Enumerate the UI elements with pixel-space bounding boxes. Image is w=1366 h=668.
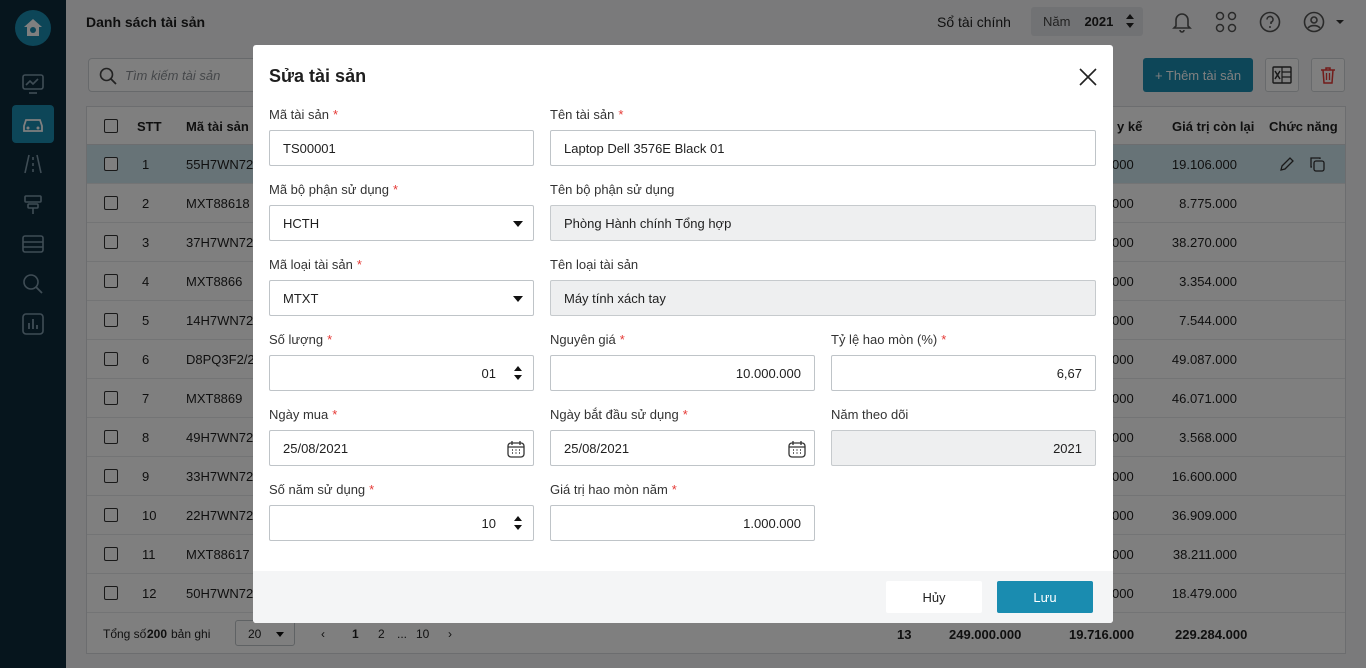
- cancel-button[interactable]: Hủy: [886, 581, 982, 613]
- dept-code-caret-icon: [513, 221, 523, 227]
- tracking-year-readonly: 2021: [831, 430, 1096, 466]
- annual-depreciation-input[interactable]: 1.000.000: [550, 505, 815, 541]
- cost-label: Nguyên giá *: [550, 332, 625, 347]
- dept-name-label: Tên bộ phận sử dụng: [550, 182, 675, 197]
- cost-input[interactable]: 10.000.000: [550, 355, 815, 391]
- asset-code-label: Mã tài sản *: [269, 107, 339, 122]
- start-date-label: Ngày bắt đầu sử dụng *: [550, 407, 688, 422]
- years-stepper-icon[interactable]: [513, 514, 523, 532]
- type-code-select[interactable]: MTXT: [269, 280, 534, 316]
- dialog-title: Sửa tài sản: [269, 66, 367, 86]
- dialog-footer: Hủy Lưu: [253, 571, 1113, 623]
- purchase-date-input[interactable]: 25/08/2021: [269, 430, 534, 466]
- dept-code-label: Mã bộ phận sử dụng *: [269, 182, 399, 197]
- close-icon[interactable]: [1078, 67, 1098, 87]
- tracking-year-label: Năm theo dõi: [831, 407, 909, 422]
- calendar-icon[interactable]: [507, 440, 525, 458]
- quantity-stepper-icon[interactable]: [513, 364, 523, 382]
- years-of-use-stepper[interactable]: 10: [269, 505, 534, 541]
- type-name-readonly: Máy tính xách tay: [550, 280, 1096, 316]
- purchase-date-label: Ngày mua *: [269, 407, 338, 422]
- years-of-use-label: Số năm sử dụng *: [269, 482, 375, 497]
- dept-code-select[interactable]: HCTH: [269, 205, 534, 241]
- quantity-stepper[interactable]: 01: [269, 355, 534, 391]
- type-code-caret-icon: [513, 296, 523, 302]
- dept-name-readonly: Phòng Hành chính Tổng hợp: [550, 205, 1096, 241]
- type-code-label: Mã loại tài sản *: [269, 257, 362, 272]
- depreciation-rate-input[interactable]: 6,67: [831, 355, 1096, 391]
- start-date-input[interactable]: 25/08/2021: [550, 430, 815, 466]
- calendar-icon[interactable]: [788, 440, 806, 458]
- quantity-label: Số lượng *: [269, 332, 333, 347]
- edit-asset-dialog: Sửa tài sản Mã tài sản * TS00001 Tên tài …: [253, 45, 1113, 623]
- annual-depreciation-label: Giá trị hao mòn năm *: [550, 482, 677, 497]
- asset-name-label: Tên tài sản *: [550, 107, 624, 122]
- asset-name-input[interactable]: Laptop Dell 3576E Black 01: [550, 130, 1096, 166]
- depreciation-rate-label: Tỷ lệ hao mòn (%) *: [831, 332, 947, 347]
- asset-code-input[interactable]: TS00001: [269, 130, 534, 166]
- save-button[interactable]: Lưu: [997, 581, 1093, 613]
- type-name-label: Tên loại tài sản: [550, 257, 639, 272]
